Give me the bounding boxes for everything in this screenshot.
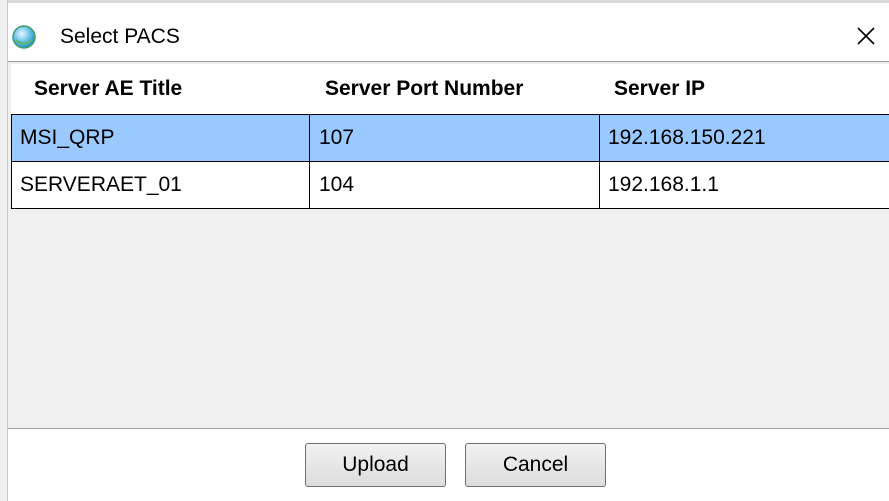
cell-ip[interactable]: 192.168.1.1 <box>600 162 889 208</box>
app-orb-icon <box>12 25 36 49</box>
column-header-port[interactable]: Server Port Number <box>310 64 600 114</box>
dialog-footer: Upload Cancel <box>8 429 889 501</box>
title-bar[interactable]: Select PACS <box>8 3 889 61</box>
table-row[interactable]: SERVERAET_01 104 192.168.1.1 <box>11 162 889 209</box>
cell-ae-title[interactable]: SERVERAET_01 <box>11 162 310 208</box>
pacs-server-grid[interactable]: Server AE Title Server Port Number Serve… <box>8 61 889 429</box>
cancel-button[interactable]: Cancel <box>465 443 606 487</box>
dialog-title: Select PACS <box>60 25 180 48</box>
upload-button[interactable]: Upload <box>305 443 446 487</box>
column-header-ip[interactable]: Server IP <box>600 64 889 114</box>
table-row[interactable]: MSI_QRP 107 192.168.150.221 <box>11 114 889 162</box>
cell-port[interactable]: 104 <box>310 162 600 208</box>
cell-port[interactable]: 107 <box>310 115 600 161</box>
close-icon <box>856 26 876 46</box>
grid-header-row: Server AE Title Server Port Number Serve… <box>11 64 889 114</box>
cell-ae-title[interactable]: MSI_QRP <box>11 115 310 161</box>
window-left-edge <box>0 0 8 501</box>
select-pacs-dialog: Select PACS Server AE Title Server Port … <box>0 0 889 501</box>
column-header-ae-title[interactable]: Server AE Title <box>11 64 310 114</box>
cell-ip[interactable]: 192.168.150.221 <box>600 115 889 161</box>
grid-content: Server AE Title Server Port Number Serve… <box>11 64 889 209</box>
close-button[interactable] <box>843 14 889 58</box>
